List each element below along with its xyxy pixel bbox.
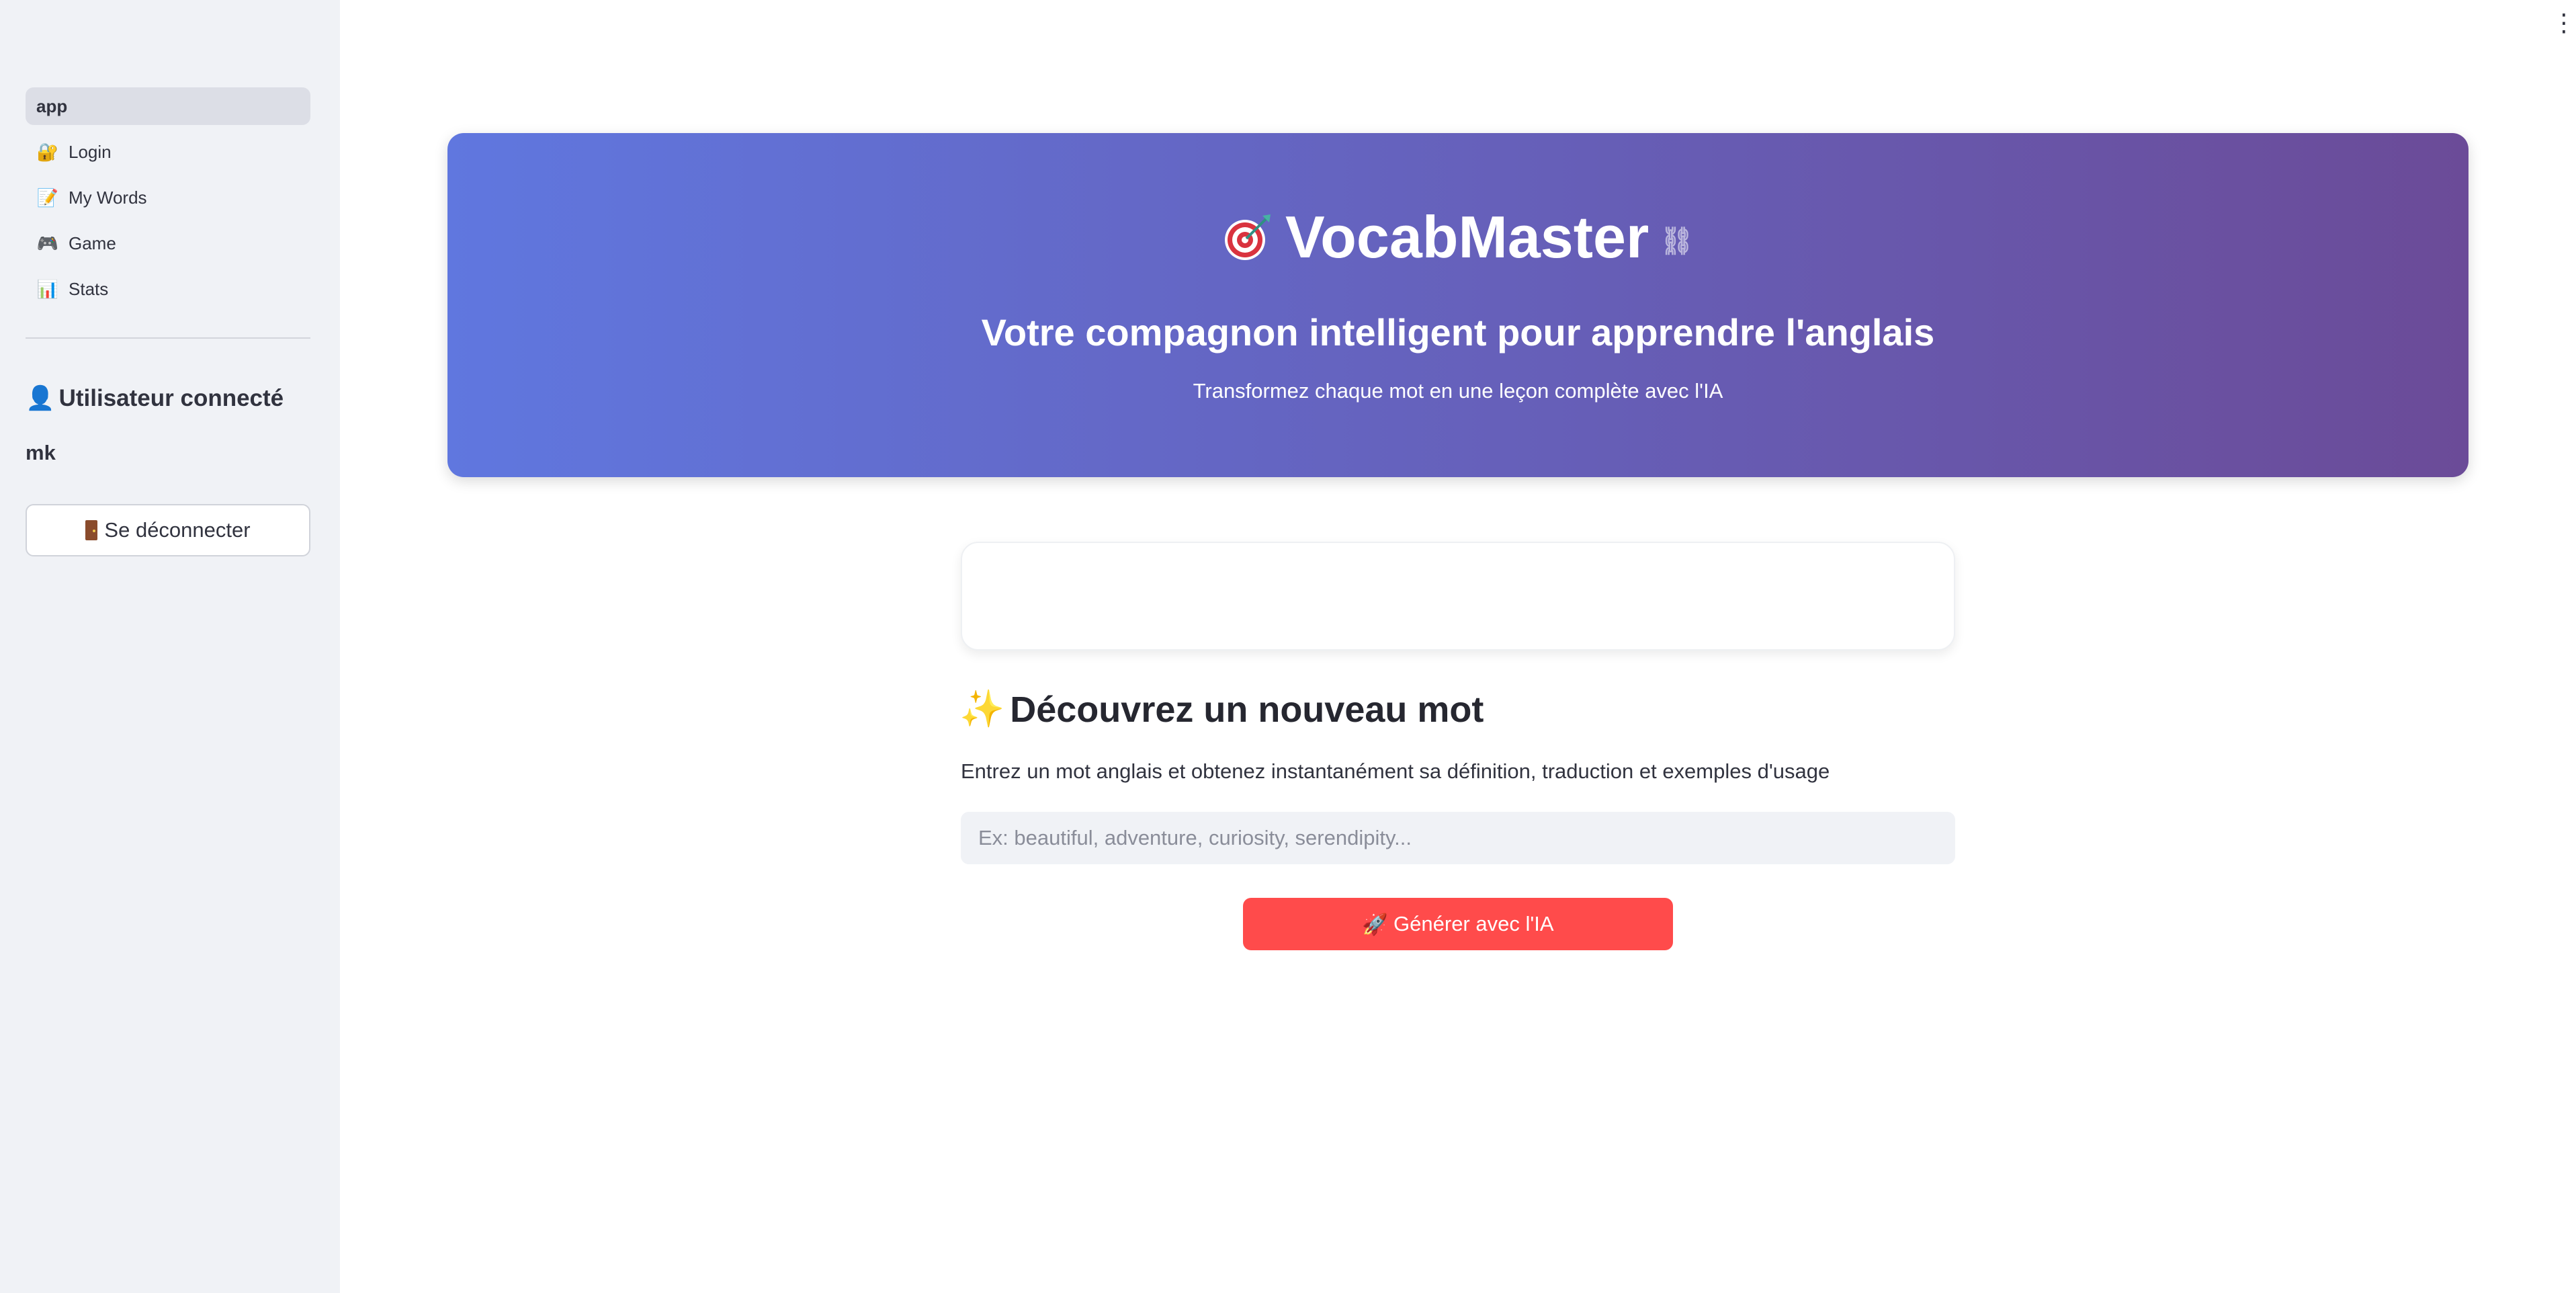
user-icon: 👤 xyxy=(26,385,55,411)
sidebar-item-my-words[interactable]: 📝 My Words xyxy=(26,179,310,216)
sidebar: app 🔐 Login 📝 My Words 🎮 Game 📊 Stats 👤 … xyxy=(0,0,340,1293)
sidebar-divider xyxy=(26,337,310,339)
generate-button[interactable]: 🚀 Générer avec l'IA xyxy=(1243,898,1673,950)
section-title-text: Découvrez un nouveau mot xyxy=(1010,689,1484,730)
word-input[interactable] xyxy=(961,812,1955,864)
bar-chart-icon: 📊 xyxy=(36,278,59,299)
hero-banner: VocabMaster ⛓ Votre compagnon intelligen… xyxy=(447,133,2468,477)
hero-subtitle: Votre compagnon intelligent pour apprend… xyxy=(981,311,1935,353)
link-icon[interactable]: ⛓ xyxy=(1660,225,1694,257)
sidebar-nav: app 🔐 Login 📝 My Words 🎮 Game 📊 Stats xyxy=(26,87,310,316)
section-description: Entrez un mot anglais et obtenez instant… xyxy=(961,759,1830,783)
main-menu-icon[interactable]: ⋮ xyxy=(2552,11,2576,35)
sidebar-item-label: app xyxy=(36,95,68,116)
username: mk xyxy=(26,441,56,464)
sidebar-item-app[interactable]: app xyxy=(26,87,310,125)
rocket-icon: 🚀 xyxy=(1362,912,1389,936)
logout-label: Se déconnecter xyxy=(104,518,251,542)
user-heading: 👤 Utilisateur connecté xyxy=(26,384,284,412)
memo-icon: 📝 xyxy=(36,187,59,208)
generate-label: Générer avec l'IA xyxy=(1393,912,1554,935)
sidebar-item-label: My Words xyxy=(69,187,147,208)
sparkles-icon: ✨ xyxy=(959,689,1005,729)
sidebar-item-login[interactable]: 🔐 Login xyxy=(26,133,310,171)
sidebar-item-game[interactable]: 🎮 Game xyxy=(26,224,310,262)
hero-title-text: VocabMaster xyxy=(1285,204,1649,270)
logout-button[interactable]: Se déconnecter xyxy=(26,504,310,556)
hero-title: VocabMaster ⛓ xyxy=(447,203,2468,272)
door-icon xyxy=(85,520,98,540)
user-heading-text: Utilisateur connecté xyxy=(58,384,284,411)
gamepad-icon: 🎮 xyxy=(36,233,59,253)
hero-tagline: Transformez chaque mot en une leçon comp… xyxy=(1193,379,1723,403)
sidebar-item-label: Game xyxy=(69,233,116,253)
target-icon xyxy=(1224,214,1271,260)
sidebar-item-label: Login xyxy=(69,141,112,162)
empty-card xyxy=(961,542,1955,651)
sidebar-item-label: Stats xyxy=(69,278,109,299)
section-title: ✨ Découvrez un nouveau mot xyxy=(959,688,1484,731)
sidebar-item-stats[interactable]: 📊 Stats xyxy=(26,270,310,308)
lock-icon: 🔐 xyxy=(36,141,59,162)
